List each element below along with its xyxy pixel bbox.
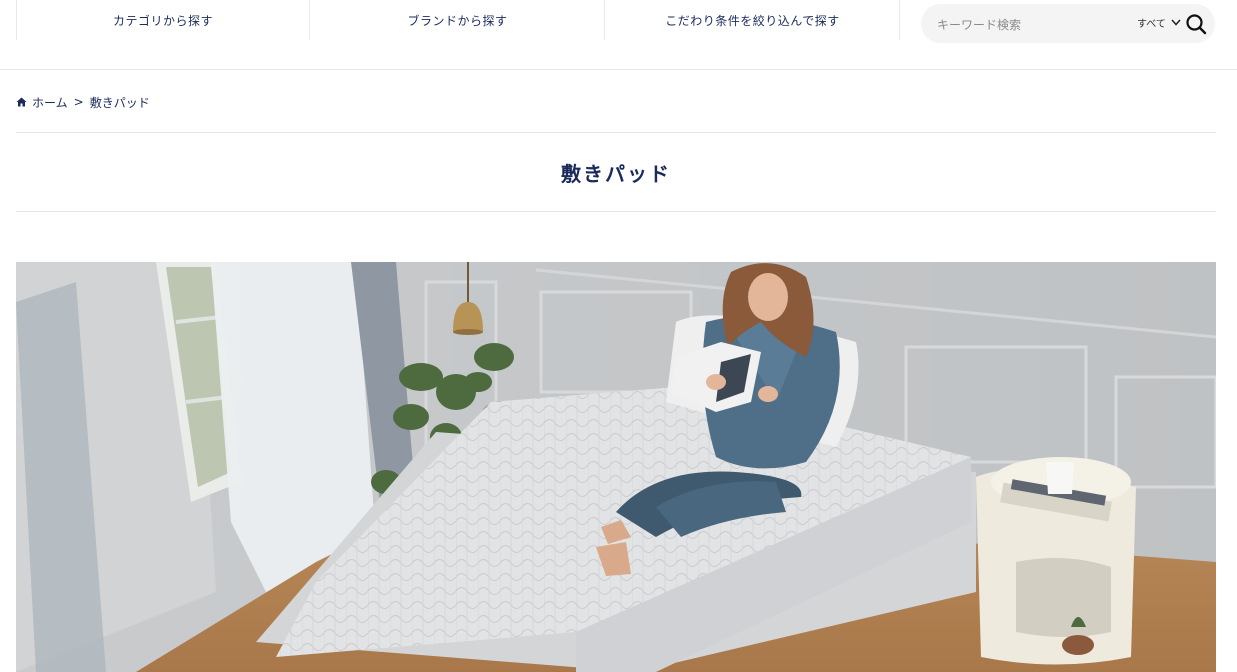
tab-filter-conditions[interactable]: こだわり条件を絞り込んで探す: [606, 0, 900, 40]
hero-image: [16, 262, 1216, 672]
tab-category[interactable]: カテゴリから探す: [16, 0, 310, 40]
search-input[interactable]: [935, 4, 1129, 45]
home-icon[interactable]: [16, 97, 27, 107]
tab-brand[interactable]: ブランドから探す: [311, 0, 605, 40]
top-navigation: カテゴリから探す ブランドから探す こだわり条件を絞り込んで探す すべて: [0, 0, 1237, 70]
search-bar: すべて: [921, 4, 1215, 45]
search-scope-label: すべて: [1137, 18, 1166, 30]
page-title: 敷きパッド: [561, 161, 671, 186]
page-title-band: 敷きパッド: [16, 132, 1216, 212]
hero-banner: [16, 262, 1216, 672]
breadcrumb-current: 敷きパッド: [89, 95, 150, 110]
breadcrumb-separator: >: [73, 95, 84, 109]
chevron-down-icon: [1171, 19, 1181, 26]
breadcrumb-home[interactable]: ホーム: [32, 94, 68, 111]
search-icon[interactable]: [1185, 13, 1207, 35]
search-scope-select[interactable]: すべて: [1137, 14, 1181, 30]
breadcrumb: ホーム > 敷きパッド: [16, 94, 150, 110]
